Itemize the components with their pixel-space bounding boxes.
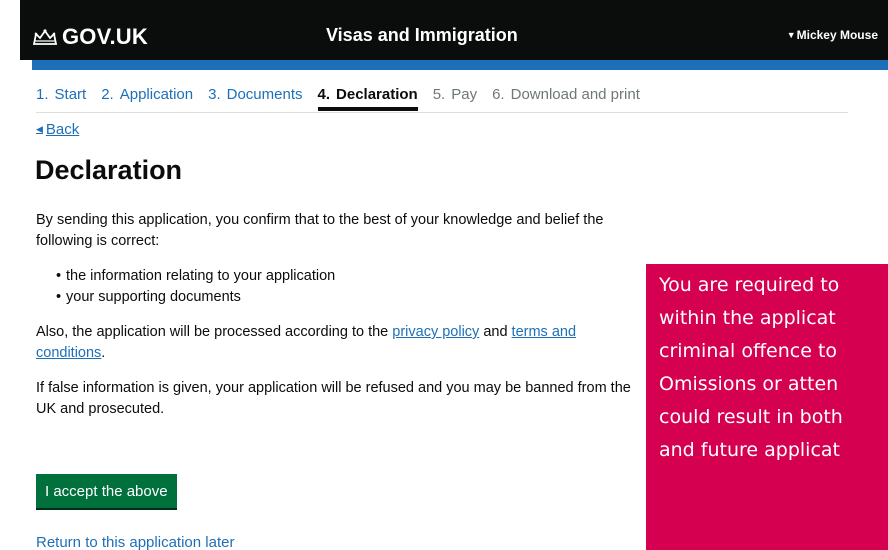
step-pay: 5. Pay [432, 86, 478, 103]
policy-text: Also, the application will be processed … [36, 324, 577, 361]
caret-down-icon: ▼ [786, 30, 796, 40]
logo-text: GOV.UK [62, 24, 148, 49]
back-arrow-icon: ◀ [36, 124, 43, 134]
page-title: Declaration [35, 155, 183, 185]
declaration-list: the information relating to your applica… [56, 266, 632, 308]
privacy-policy-link[interactable]: privacy policy [392, 324, 479, 340]
back-link[interactable]: ◀ Back [36, 121, 79, 138]
steps-divider [36, 112, 848, 113]
return-later-link[interactable]: Return to this application later [36, 534, 234, 550]
service-name: Visas and Immigration [326, 25, 518, 45]
step-start[interactable]: 1. Start [36, 86, 86, 111]
step-download-and-print: 6. Download and print [492, 86, 640, 103]
overlay-line: You are required to [659, 274, 840, 296]
user-name: Mickey Mouse [796, 28, 878, 42]
warning-overlay: You are required to within the applicat … [646, 264, 888, 550]
crown-icon [32, 29, 58, 45]
overlay-line: and future applicat [659, 439, 840, 461]
step-navigation: 1. Start 2. Application 3. Documents 4. Decl… [36, 86, 655, 111]
overlay-line: could result in both [659, 406, 843, 428]
govuk-logo-link[interactable]: GOV.UK [32, 24, 148, 50]
step-declaration: 4. Declaration [317, 86, 418, 111]
false-information-warning: If false information is given, your appl… [36, 380, 631, 417]
overlay-line: criminal offence to [659, 340, 838, 362]
list-item: the information relating to your applica… [56, 266, 632, 287]
step-application[interactable]: 2. Application [101, 86, 193, 111]
intro-text: By sending this application, you confirm… [36, 212, 604, 249]
user-menu[interactable]: ▼ Mickey Mouse [787, 28, 878, 42]
header-accent-bar [32, 60, 888, 70]
accept-button[interactable]: I accept the above [36, 474, 177, 508]
step-documents[interactable]: 3. Documents [208, 86, 302, 111]
overlay-line: Omissions or atten [659, 373, 839, 395]
list-item: your supporting documents [56, 287, 632, 308]
overlay-line: within the applicat [659, 307, 836, 329]
declaration-body: By sending this application, you confirm… [36, 210, 632, 434]
